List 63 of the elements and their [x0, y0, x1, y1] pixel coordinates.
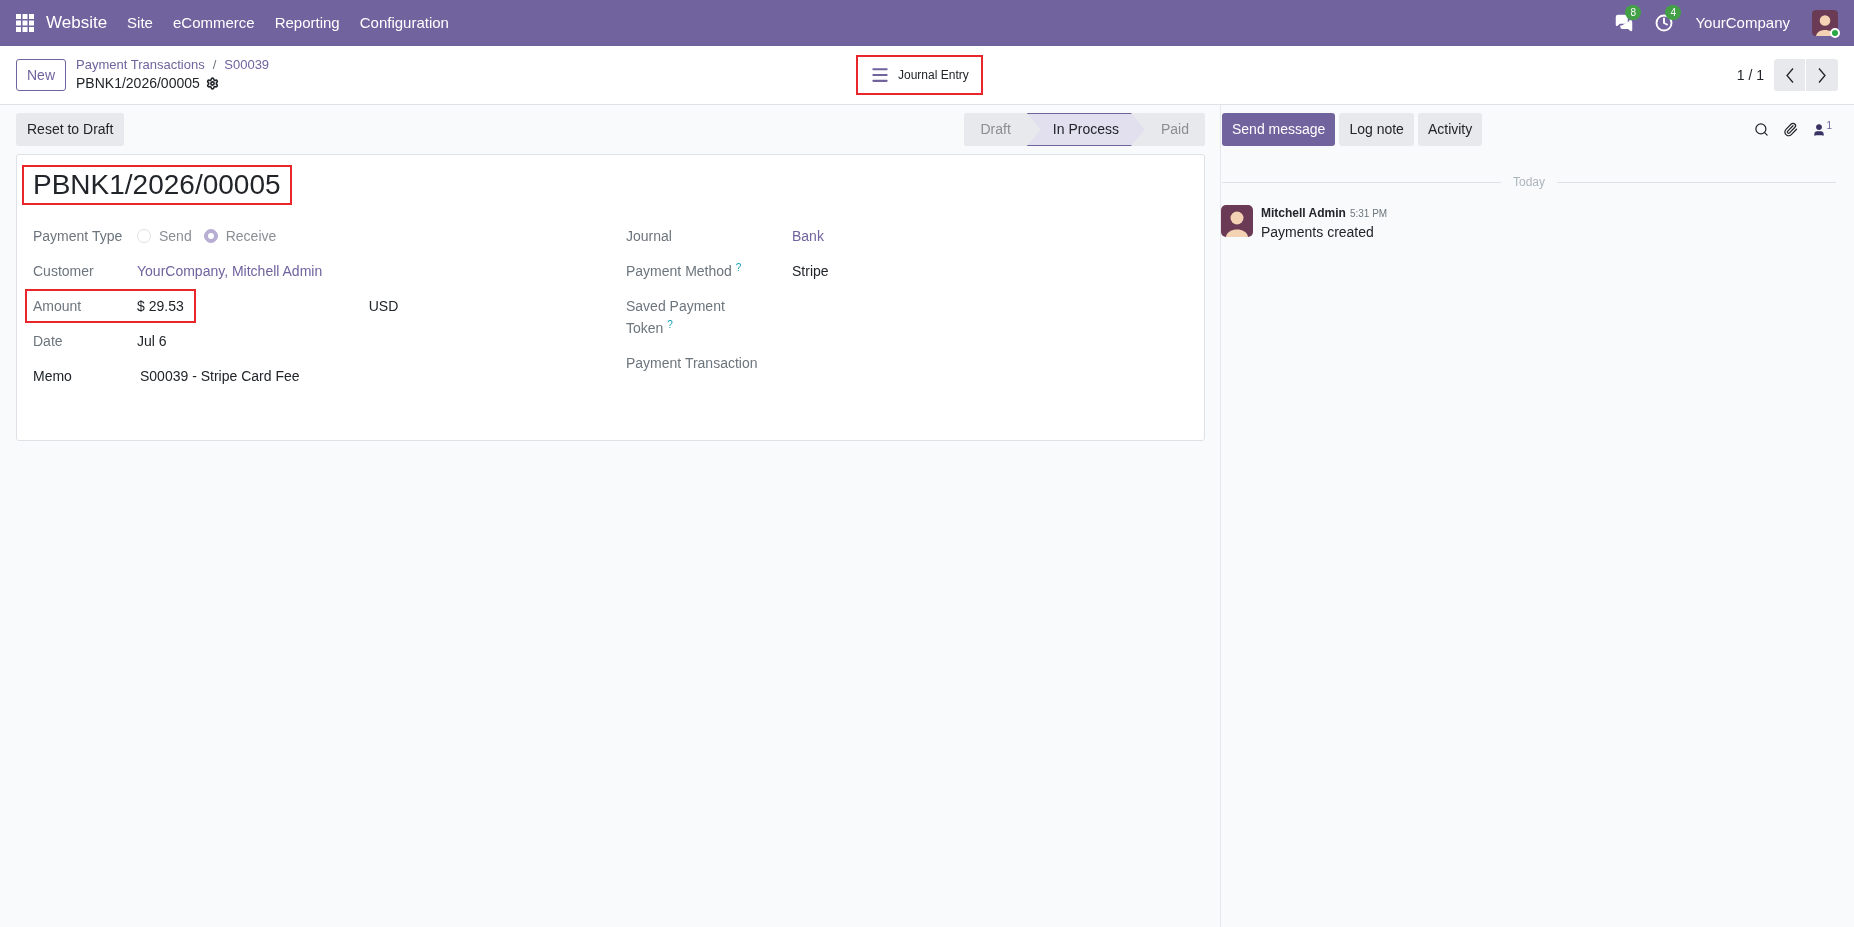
field-label: Memo: [33, 368, 72, 384]
followers-icon[interactable]: [1812, 122, 1827, 137]
followers-count: 1: [1826, 118, 1832, 133]
field-label: Customer: [33, 263, 94, 279]
next-button[interactable]: [1806, 59, 1838, 91]
paperclip-icon[interactable]: [1783, 122, 1799, 137]
radio-option[interactable]: Send: [137, 225, 192, 247]
radio-option[interactable]: Receive: [203, 225, 277, 247]
breadcrumb-separator: /: [212, 57, 217, 73]
currency-value: USD: [368, 296, 399, 316]
message-time: 5:31 PM: [1349, 207, 1388, 221]
menu-item[interactable]: Reporting: [274, 11, 340, 35]
field-label: Saved Payment Token $^{?}$: [626, 297, 726, 338]
field-value: S00039 - Stripe Card Fee: [139, 367, 300, 384]
menu-item[interactable]: Site: [127, 11, 153, 35]
message-author: Mitchell Admin: [1261, 205, 1346, 221]
field-label: Journal: [626, 228, 672, 244]
help-icon[interactable]: ?: [735, 262, 742, 273]
field-label: Date: [33, 333, 63, 349]
status-step[interactable]: Paid: [1144, 113, 1205, 146]
date-separator: Today: [1513, 174, 1545, 191]
app-grid-icon[interactable]: [16, 14, 34, 32]
avatar-icon: [1812, 10, 1838, 36]
search-icon[interactable]: [1754, 122, 1770, 137]
journal-entry-button[interactable]: Journal Entry: [856, 55, 983, 95]
field-label: Payment Transaction: [626, 355, 758, 371]
previous-button[interactable]: [1774, 59, 1806, 91]
chevron-left-icon: [1785, 67, 1794, 83]
company-name[interactable]: YourCompany: [1695, 11, 1790, 35]
menu-icon: [870, 65, 890, 85]
breadcrumb-link[interactable]: Payment Transactions: [76, 57, 205, 73]
breadcrumb-link[interactable]: S00039: [224, 57, 270, 73]
chatter-button[interactable]: Send message: [1222, 113, 1336, 146]
record-title: PBNK1/2026/00005: [24, 167, 290, 203]
status-step[interactable]: Draft: [964, 113, 1027, 146]
avatar-icon: [1221, 205, 1253, 237]
status-step[interactable]: In Process: [1026, 113, 1145, 146]
messages-icon[interactable]: [1615, 14, 1634, 32]
pager-value: 1 / 1: [1736, 65, 1764, 85]
message-body: Payments created: [1261, 223, 1375, 242]
field-label: Payment Type: [33, 228, 123, 244]
online-status-icon: [1830, 28, 1840, 38]
record-name: PBNK1/2026/00005: [76, 74, 200, 93]
menu-item[interactable]: Configuration: [359, 11, 449, 35]
chatter-button[interactable]: Activity: [1417, 113, 1483, 146]
field-value: Stripe: [792, 263, 829, 279]
new-button[interactable]: New: [16, 59, 66, 91]
count-badge: 8: [1625, 5, 1642, 20]
field-label: Amount: [33, 298, 82, 314]
field-value: $ 29.53: [137, 296, 184, 316]
activities-icon[interactable]: [1655, 14, 1674, 32]
chatter-button[interactable]: Log note: [1339, 113, 1414, 146]
field-label: Payment Method $^{?}$: [626, 263, 742, 279]
help-icon[interactable]: ?: [667, 319, 673, 330]
action-button[interactable]: Reset to Draft: [16, 113, 125, 146]
menu-item[interactable]: eCommerce: [172, 11, 255, 35]
field-link[interactable]: YourCompany, Mitchell Admin: [137, 263, 323, 279]
field-link[interactable]: Bank: [792, 228, 824, 244]
count-badge: 4: [1665, 5, 1682, 20]
app-name[interactable]: Website: [46, 10, 108, 36]
chevron-right-icon: [1818, 67, 1826, 83]
settings-icon[interactable]: [205, 76, 219, 90]
field-value: Jul 6: [137, 333, 167, 349]
